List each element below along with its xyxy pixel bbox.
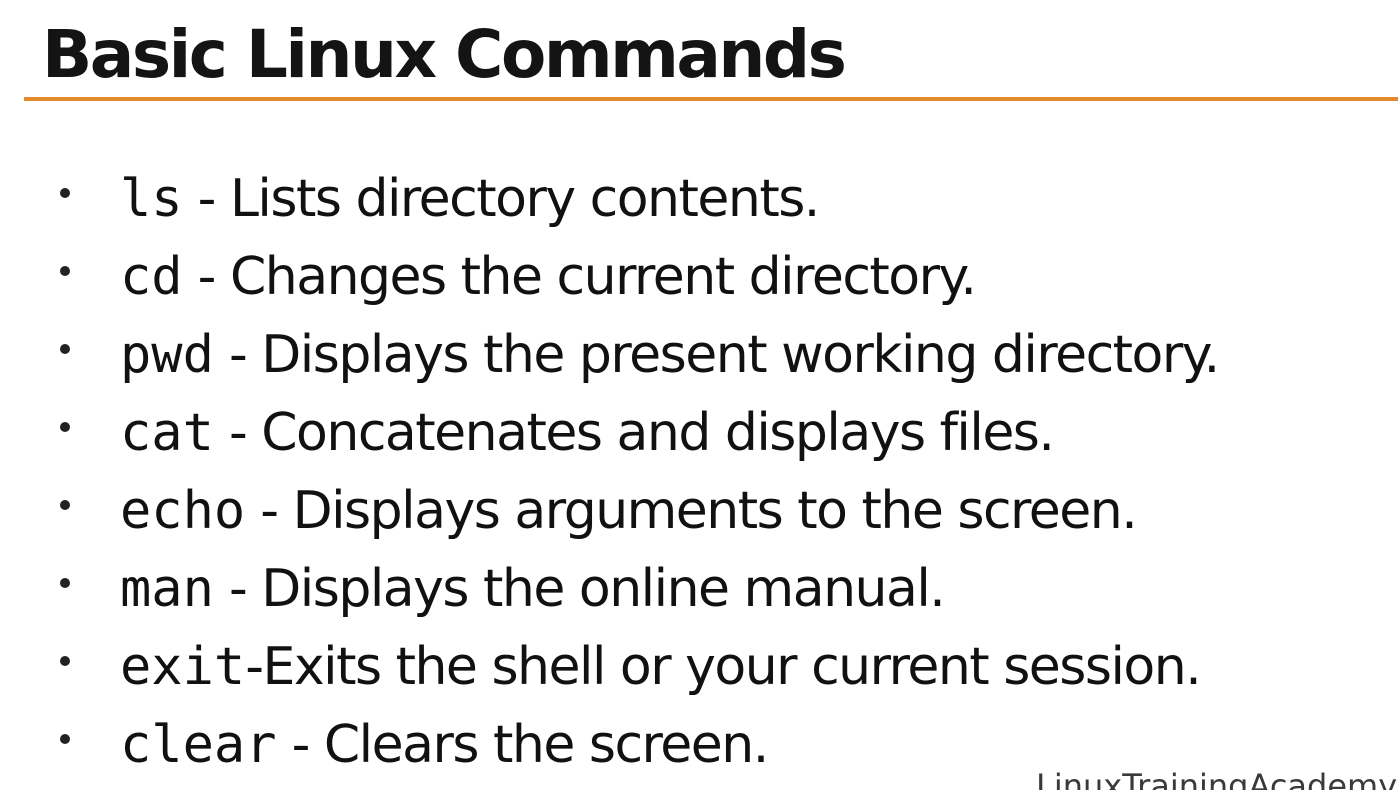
command-name: cd [120, 247, 183, 307]
bullet-icon [60, 344, 70, 354]
command-description: Displays the present working directory. [261, 325, 1220, 385]
command-line: man - Displays the online manual. [120, 550, 946, 628]
command-description: Displays arguments to the screen. [292, 481, 1138, 541]
command-description: Displays the online manual. [261, 559, 946, 619]
bullet-icon [60, 188, 70, 198]
command-line: ls - Lists directory contents. [120, 160, 820, 238]
title-underline [24, 97, 1398, 101]
bullet-icon [60, 734, 70, 744]
bullet-icon [60, 500, 70, 510]
command-description: Changes the current directory. [229, 247, 977, 307]
command-name: echo [120, 481, 246, 541]
slide: Basic Linux Commands ls - Lists director… [0, 0, 1398, 790]
command-line: exit-Exits the shell or your current ses… [120, 628, 1202, 706]
command-name: ls [120, 169, 183, 229]
command-name: pwd [120, 325, 214, 385]
separator: - [213, 403, 262, 463]
separator: - [182, 247, 230, 307]
command-name: exit [120, 637, 246, 697]
command-description: Lists directory contents. [229, 169, 820, 229]
bullet-icon [60, 422, 70, 432]
command-line: cat - Concatenates and displays files. [120, 394, 1055, 472]
command-line: clear - Clears the screen. [120, 706, 769, 784]
separator: - [276, 715, 324, 775]
command-name: cat [120, 403, 214, 463]
command-line: echo - Displays arguments to the screen. [120, 472, 1138, 550]
command-line: pwd - Displays the present working direc… [120, 316, 1220, 394]
separator: - [245, 481, 293, 541]
bullet-icon [60, 266, 70, 276]
command-name: clear [120, 715, 277, 775]
watermark-text: LinuxTrainingAcademy [1036, 767, 1398, 790]
separator: - [213, 325, 262, 385]
command-description: Concatenates and displays files. [261, 403, 1055, 463]
command-description: Clears the screen. [323, 715, 769, 775]
slide-title: Basic Linux Commands [42, 16, 847, 93]
bullet-icon [60, 656, 70, 666]
separator: - [245, 637, 264, 697]
command-line: cd - Changes the current directory. [120, 238, 977, 316]
separator: - [213, 559, 262, 619]
bullet-icon [60, 578, 70, 588]
command-description: Exits the shell or your current session. [262, 637, 1202, 697]
separator: - [182, 169, 230, 229]
command-name: man [120, 559, 214, 619]
